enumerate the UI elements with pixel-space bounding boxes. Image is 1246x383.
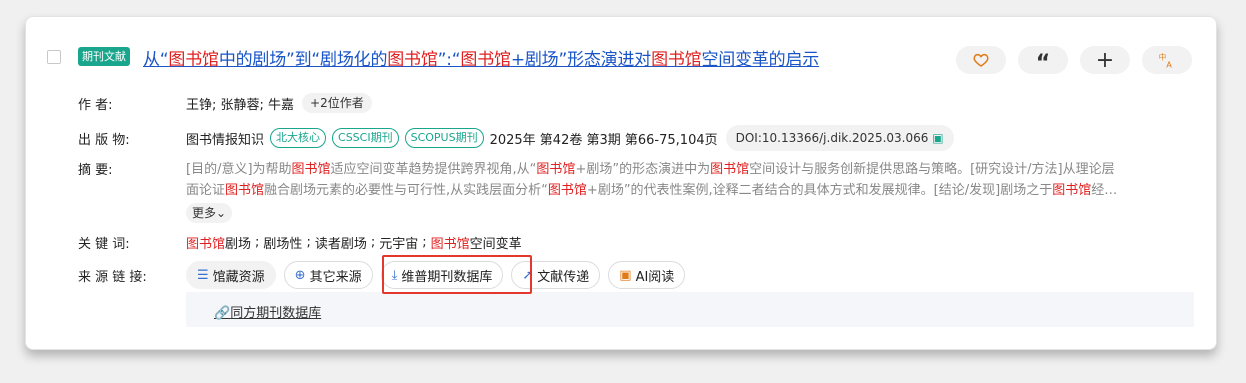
- keyword-item[interactable]: 剧场性: [263, 233, 302, 252]
- add-button[interactable]: +: [1080, 46, 1130, 74]
- title-seg: +剧场”形态演进对: [510, 50, 652, 70]
- abstract-label: 摘 要:: [78, 163, 113, 178]
- btn-label: 文献传递: [537, 269, 590, 285]
- title-seg: 中的剧场”到“剧场化的: [218, 50, 388, 70]
- select-checkbox[interactable]: [47, 50, 61, 64]
- title-highlight: 图书馆: [387, 50, 438, 70]
- cite-button[interactable]: “: [1018, 46, 1068, 76]
- translate-icon: 中A: [1159, 51, 1173, 70]
- btn-label: AI阅读: [635, 269, 675, 285]
- highlight-box: [382, 255, 532, 294]
- publication-row: 出 版 物: 图书情报知识 北大核心 CSSCI期刊 SCOPUS期刊 2025…: [78, 125, 954, 151]
- doc-type-tag: 期刊文献: [78, 47, 130, 66]
- abs-seg: 面论证: [186, 183, 226, 198]
- author-label: 作 者:: [78, 97, 113, 113]
- kw-highlight: 图书馆: [430, 237, 470, 252]
- more-authors-button[interactable]: +2位作者: [302, 93, 372, 113]
- journal-name[interactable]: 图书情报知识: [186, 129, 264, 148]
- ai-icon: ▣: [619, 267, 632, 283]
- svg-text:中: 中: [1159, 51, 1167, 61]
- btn-label: 其它来源: [309, 269, 362, 285]
- source-panel: 🔗同方期刊数据库: [186, 292, 1194, 327]
- translate-button[interactable]: 中A: [1142, 46, 1192, 74]
- abs-seg: 空间设计与服务创新提供思路与策略。[研究设计/方法]从理论层: [749, 162, 1115, 177]
- globe-icon: ⊕: [294, 267, 306, 283]
- more-button[interactable]: 更多⌄: [186, 203, 233, 223]
- chevron-down-icon: ⌄: [216, 206, 227, 220]
- title-seg: 从“: [143, 50, 169, 70]
- library-icon: ☰: [197, 267, 209, 283]
- more-label: 更多: [192, 206, 217, 220]
- keyword-item[interactable]: 读者剧场: [315, 233, 367, 252]
- abs-seg: [目的/意义]为帮助: [186, 162, 292, 177]
- title-highlight: 图书馆: [651, 50, 702, 70]
- abstract-label-row: 摘 要:: [78, 159, 113, 178]
- scopus-tag: SCOPUS期刊: [404, 128, 484, 148]
- abs-seg: 经…: [1091, 183, 1118, 198]
- abs-highlight: 图书馆: [547, 183, 587, 198]
- keyword-item[interactable]: 元宇宙: [379, 233, 418, 252]
- core-tag: 北大核心: [270, 128, 327, 148]
- kw-text: 元宇宙: [379, 237, 419, 252]
- abs-seg: +剧场”的代表性案例,诠释二者结合的具体方式和发展规律。[结论/发现]剧场之于: [586, 183, 1053, 198]
- kw-text: 读者剧场: [314, 237, 367, 252]
- tongfang-db-link[interactable]: 🔗同方期刊数据库: [214, 302, 321, 321]
- title-seg: 空间变革的启示: [701, 50, 820, 70]
- abs-seg: +剧场”的形态演进中为: [575, 162, 711, 177]
- publication-label: 出 版 物:: [78, 132, 130, 148]
- article-card: 期刊文献 从“图书馆中的剧场”到“剧场化的图书馆”:“图书馆+剧场”形态演进对图…: [25, 16, 1217, 350]
- kw-highlight: 图书馆: [186, 237, 226, 252]
- author-row: 作 者: 王铮; 张静蓉; 牛嘉 +2位作者: [78, 93, 372, 113]
- copy-icon[interactable]: ▣: [932, 131, 943, 145]
- abs-highlight: 图书馆: [536, 162, 576, 177]
- favorite-button[interactable]: [956, 46, 1006, 74]
- title-highlight: 图书馆: [460, 50, 511, 70]
- title-highlight: 图书馆: [168, 50, 219, 70]
- abstract-line: 面论证图书馆融合剧场元素的必要性与可行性,从实践层面分析“图书馆+剧场”的代表性…: [186, 180, 1186, 201]
- quote-icon: “: [1035, 51, 1051, 76]
- cssci-tag: CSSCI期刊: [332, 128, 399, 148]
- library-resource-button[interactable]: ☰ 馆藏资源: [186, 261, 276, 289]
- heart-icon: [973, 53, 989, 67]
- abstract-text: [目的/意义]为帮助图书馆适应空间变革趋势提供跨界视角,从“图书馆+剧场”的形态…: [186, 159, 1186, 224]
- source-label: 来 源 链 接:: [78, 269, 147, 285]
- keyword-item[interactable]: 图书馆空间变革: [431, 233, 522, 252]
- abs-seg: 适应空间变革趋势提供跨界视角,从“: [330, 162, 537, 177]
- plus-icon: +: [1095, 47, 1115, 73]
- abs-highlight: 图书馆: [1052, 183, 1092, 198]
- kw-text: 剧场性: [263, 237, 303, 252]
- doi-text: DOI:10.13366/j.dik.2025.03.066: [735, 131, 929, 145]
- keyword-row: 关 键 词: 图书馆剧场; 剧场性; 读者剧场; 元宇宙; 图书馆空间变革: [78, 233, 522, 252]
- link-label: 同方期刊数据库: [230, 306, 322, 321]
- abs-highlight: 图书馆: [225, 183, 265, 198]
- author-list[interactable]: 王铮; 张静蓉; 牛嘉: [186, 94, 294, 113]
- keyword-label: 关 键 词:: [78, 237, 130, 252]
- article-title[interactable]: 从“图书馆中的剧场”到“剧场化的图书馆”:“图书馆+剧场”形态演进对图书馆空间变…: [143, 45, 819, 70]
- keyword-item[interactable]: 图书馆剧场: [186, 233, 251, 252]
- abstract-line: [目的/意义]为帮助图书馆适应空间变革趋势提供跨界视角,从“图书馆+剧场”的形态…: [186, 159, 1186, 180]
- issue-info: 2025年 第42卷 第3期 第66-75,104页: [489, 132, 718, 148]
- link-icon: 🔗: [214, 306, 231, 321]
- title-seg: ”:“: [437, 50, 461, 70]
- ai-read-button[interactable]: ▣ AI阅读: [608, 261, 686, 289]
- abs-highlight: 图书馆: [710, 162, 750, 177]
- btn-label: 馆藏资源: [212, 269, 265, 285]
- doi-badge[interactable]: DOI:10.13366/j.dik.2025.03.066 ▣: [725, 125, 954, 151]
- kw-text: 空间变革: [469, 237, 522, 252]
- abs-highlight: 图书馆: [291, 162, 331, 177]
- svg-text:A: A: [1166, 60, 1172, 70]
- kw-text: 剧场: [225, 237, 252, 252]
- other-source-button[interactable]: ⊕ 其它来源: [283, 261, 373, 289]
- abs-seg: 融合剧场元素的必要性与可行性,从实践层面分析“: [264, 183, 548, 198]
